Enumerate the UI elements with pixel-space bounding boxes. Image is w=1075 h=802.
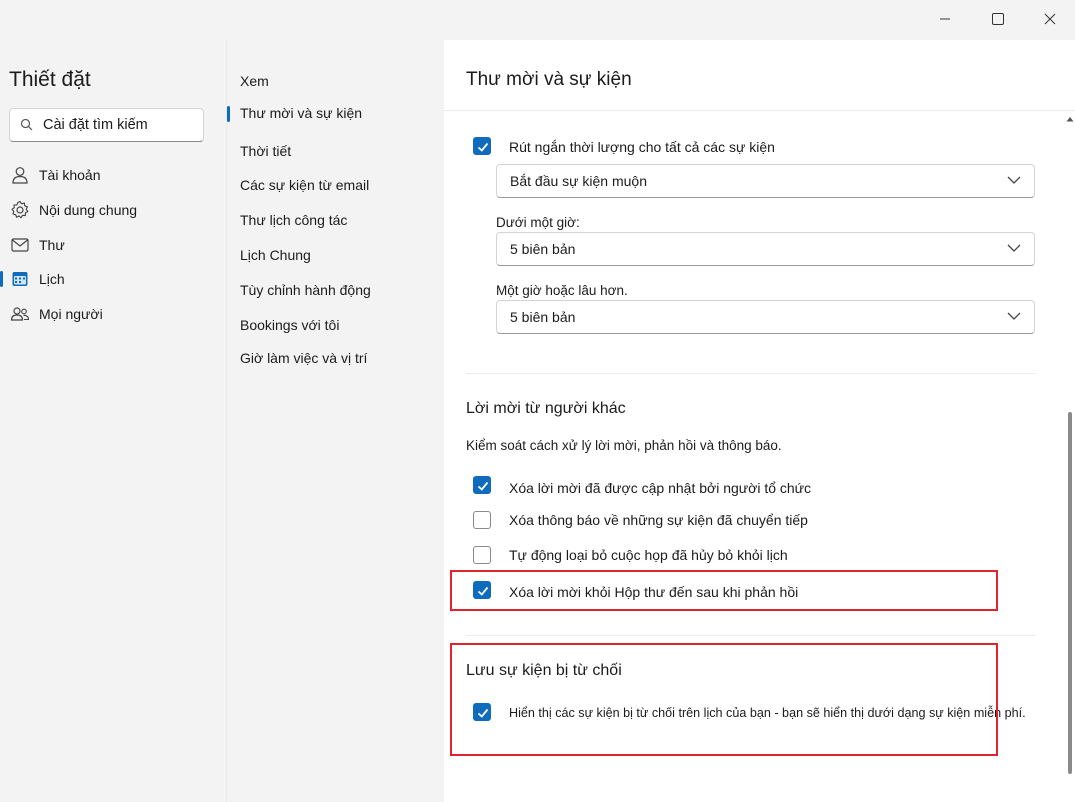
- delete-forward-notifications-label: Xóa thông báo về những sự kiện đã chuyển…: [509, 512, 808, 528]
- minimize-icon: [940, 18, 950, 20]
- sidebar-item-label: Lịch: [39, 271, 65, 287]
- delete-updated-invites-checkbox[interactable]: [473, 476, 491, 494]
- content-scrollbar[interactable]: [1065, 110, 1075, 802]
- chevron-down-icon: [1007, 176, 1021, 184]
- close-button[interactable]: [1035, 6, 1065, 32]
- title-divider: [444, 110, 1075, 111]
- title-bar: [0, 0, 1075, 40]
- scroll-up-icon[interactable]: [1066, 116, 1074, 122]
- people-icon: [9, 303, 31, 325]
- sidebar-item-account[interactable]: Tài khoản: [0, 160, 220, 190]
- chevron-down-icon: [1007, 244, 1021, 252]
- checkmark-icon: [477, 142, 489, 152]
- checkmark-icon: [477, 481, 489, 491]
- subnav-item-bookings[interactable]: Bookings với tôi: [240, 317, 339, 333]
- section-divider: [466, 373, 1036, 374]
- sidebar-item-mail[interactable]: Thư: [0, 230, 220, 260]
- settings-title: Thiết đặt: [9, 68, 91, 91]
- calendar-subnav: Xem Thư mời và sự kiện Thời tiết Các sự …: [226, 40, 444, 802]
- declined-section-title: Lưu sự kiện bị từ chối: [466, 662, 622, 679]
- page-title: Thư mời và sự kiện: [466, 69, 632, 90]
- subnav-item-travel-calendar[interactable]: Thư lịch công tác: [240, 212, 347, 228]
- over-hour-label: Một giờ hoặc lâu hơn.: [496, 283, 628, 298]
- sidebar-item-label: Mọi người: [39, 306, 103, 322]
- shorten-events-label: Rút ngắn thời lượng cho tất cả các sự ki…: [509, 139, 775, 155]
- settings-sidebar: Thiết đặt Cài đặt tìm kiếm Tài khoản Nội…: [0, 40, 226, 802]
- subnav-item-weather[interactable]: Thời tiết: [240, 143, 291, 159]
- maximize-icon: [992, 13, 1004, 25]
- sidebar-item-calendar[interactable]: Lịch: [0, 264, 220, 294]
- show-declined-events-label: Hiển thị các sự kiện bị từ chối trên lịc…: [509, 706, 1026, 720]
- settings-search-input[interactable]: Cài đặt tìm kiếm: [9, 108, 204, 142]
- sidebar-item-label: Nội dung chung: [39, 202, 138, 218]
- person-icon: [9, 164, 31, 186]
- delete-forward-notifications-checkbox[interactable]: [473, 511, 491, 529]
- subnav-item-work-hours-location[interactable]: Giờ làm việc và vị trí: [240, 350, 367, 366]
- subnav-active-indicator: [227, 106, 230, 122]
- settings-content: Thư mời và sự kiện Rút ngắn thời lượng c…: [444, 40, 1075, 802]
- mail-icon: [9, 234, 31, 256]
- chevron-down-icon: [1007, 312, 1021, 320]
- subnav-item-shared-calendars[interactable]: Lịch Chung: [240, 247, 311, 263]
- under-hour-label: Dưới một giờ:: [496, 215, 580, 230]
- auto-remove-canceled-label: Tự động loại bỏ cuộc họp đã hủy bỏ khỏi …: [509, 547, 788, 563]
- delete-invites-after-response-checkbox[interactable]: [473, 581, 491, 599]
- subnav-item-view[interactable]: Xem: [240, 73, 269, 89]
- maximize-button[interactable]: [983, 6, 1013, 32]
- sidebar-item-label: Tài khoản: [39, 167, 101, 183]
- checkmark-icon: [477, 586, 489, 596]
- search-icon: [20, 118, 33, 131]
- sidebar-item-label: Thư: [39, 237, 65, 253]
- under-hour-dropdown[interactable]: 5 biên bản: [496, 232, 1035, 266]
- section-divider: [466, 635, 1036, 636]
- delete-updated-invites-label: Xóa lời mời đã được cập nhật bởi người t…: [509, 480, 812, 496]
- calendar-icon: [9, 268, 31, 290]
- checkmark-icon: [477, 708, 489, 718]
- minimize-button[interactable]: [930, 6, 960, 32]
- over-hour-value: 5 biên bản: [510, 309, 576, 325]
- sidebar-item-people[interactable]: Mọi người: [0, 299, 220, 329]
- gear-icon: [9, 199, 31, 221]
- delete-invites-after-response-label: Xóa lời mời khỏi Hộp thư đến sau khi phả…: [509, 584, 799, 600]
- invitations-section-title: Lời mời từ người khác: [466, 400, 626, 417]
- show-declined-events-checkbox[interactable]: [473, 703, 491, 721]
- shorten-mode-value: Bắt đầu sự kiện muộn: [510, 173, 648, 189]
- subnav-item-customize-actions[interactable]: Tùy chỉnh hành động: [240, 282, 371, 298]
- close-icon: [1044, 13, 1056, 25]
- scroll-thumb[interactable]: [1068, 412, 1072, 774]
- subnav-item-events-from-email[interactable]: Các sự kiện từ email: [240, 177, 369, 193]
- under-hour-value: 5 biên bản: [510, 241, 576, 257]
- shorten-events-checkbox[interactable]: [473, 137, 491, 155]
- subnav-item-invitations-events[interactable]: Thư mời và sự kiện: [240, 105, 362, 121]
- invitations-section-description: Kiểm soát cách xử lý lời mời, phản hồi v…: [466, 438, 782, 453]
- sidebar-item-general[interactable]: Nội dung chung: [0, 195, 220, 225]
- auto-remove-canceled-checkbox[interactable]: [473, 546, 491, 564]
- search-placeholder: Cài đặt tìm kiếm: [43, 117, 148, 133]
- over-hour-dropdown[interactable]: 5 biên bản: [496, 300, 1035, 334]
- shorten-mode-dropdown[interactable]: Bắt đầu sự kiện muộn: [496, 164, 1035, 198]
